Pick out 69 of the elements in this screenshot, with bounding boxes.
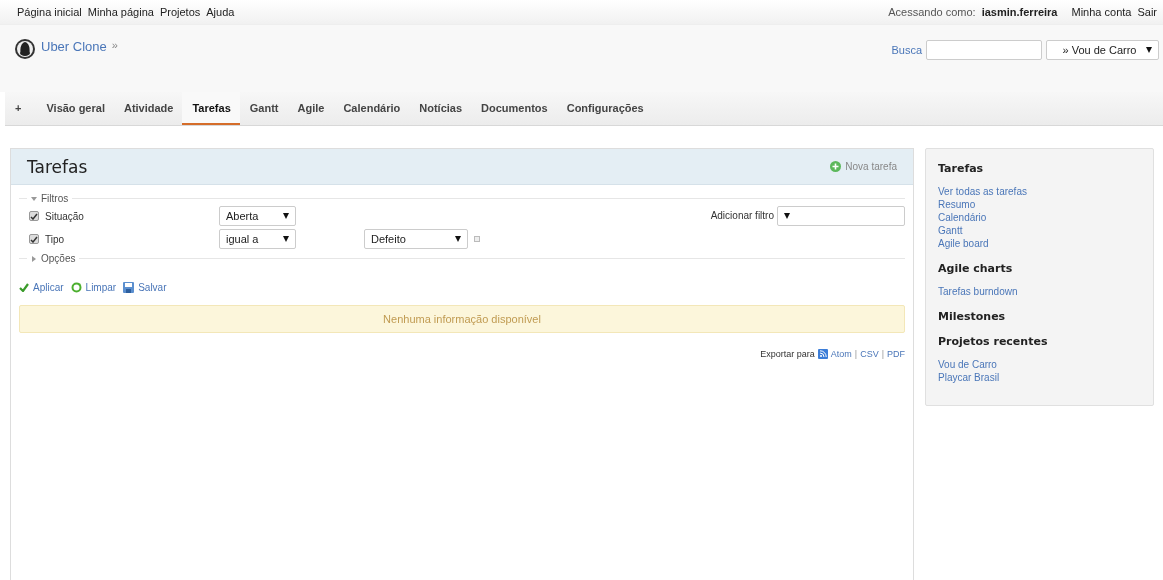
caret-icon xyxy=(455,236,461,242)
tab[interactable]: Atividade xyxy=(113,92,183,125)
sidebar-link[interactable]: Agile board xyxy=(938,237,1141,250)
action-link[interactable]: Limpar xyxy=(70,282,117,293)
export-link[interactable]: CSV xyxy=(860,349,879,359)
top-menu-link[interactable]: Ajuda xyxy=(206,6,235,18)
project-title[interactable]: Uber Clone xyxy=(41,39,107,54)
checkbox[interactable] xyxy=(29,211,39,221)
sidebar-link[interactable]: Ver todas as tarefas xyxy=(938,185,1141,198)
rss-feed-icon xyxy=(817,349,828,359)
panel-title: Tarefas xyxy=(27,156,88,177)
tab[interactable]: Calendário xyxy=(333,92,410,125)
tab[interactable]: Documentos xyxy=(471,92,557,125)
tab[interactable]: Visão geral xyxy=(36,92,114,125)
action-link[interactable]: Aplicar xyxy=(19,282,64,293)
tab[interactable]: Configurações xyxy=(556,92,653,125)
tab[interactable]: + xyxy=(11,92,31,125)
sidebar-link[interactable]: Calendário xyxy=(938,211,1141,224)
plus-icon xyxy=(830,161,842,172)
add-filter-label: Adicionar filtro xyxy=(710,210,774,221)
refresh-icon xyxy=(70,282,82,293)
logged-in-label: Acessando como: xyxy=(888,6,976,18)
logo-icon xyxy=(14,38,36,60)
export-link[interactable]: PDF xyxy=(887,349,905,359)
checkbox[interactable] xyxy=(29,234,39,244)
empty-message: Nenhuma informação disponível xyxy=(19,305,905,333)
top-menu-link[interactable]: Minha página xyxy=(87,6,154,18)
sidebar-link[interactable]: Tarefas burndown xyxy=(938,285,1141,298)
caret-icon xyxy=(784,213,790,219)
project-jump-select[interactable]: » Vou de Carro xyxy=(1046,40,1159,60)
collapsed-arrow-icon[interactable] xyxy=(31,255,37,262)
add-filter-select[interactable] xyxy=(777,206,905,226)
search-label: Busca xyxy=(891,44,922,56)
top-menu-link[interactable]: Projetos xyxy=(159,6,201,18)
sidebar-link[interactable]: Vou de Carro xyxy=(938,358,1141,371)
user-link[interactable]: iasmin.ferreira xyxy=(981,6,1058,18)
export-link[interactable]: Atom xyxy=(830,349,852,359)
separator: | xyxy=(854,349,858,359)
caret-icon xyxy=(283,236,289,242)
operator-select[interactable]: Aberta xyxy=(219,206,296,226)
separator: | xyxy=(881,349,884,359)
sidebar-heading: Milestones xyxy=(938,310,1007,323)
sidebar-heading: Tarefas xyxy=(938,162,985,175)
filter-label[interactable]: Situação xyxy=(29,206,219,226)
sidebar-heading: Agile charts xyxy=(938,262,1014,275)
sidebar-link[interactable]: Gantt xyxy=(938,224,1141,237)
sidebar-link[interactable]: Playcar Brasil xyxy=(938,371,1141,384)
tab[interactable]: Agile xyxy=(287,92,334,125)
action-link[interactable]: Salvar xyxy=(123,282,167,293)
check-icon xyxy=(19,283,29,292)
options-legend[interactable]: Opções xyxy=(41,253,76,264)
filters-legend[interactable]: Filtros xyxy=(41,193,69,204)
search-field[interactable] xyxy=(926,40,1042,60)
sidebar-link[interactable]: Resumo xyxy=(938,198,1141,211)
breadcrumb-separator: » xyxy=(111,39,118,51)
tab[interactable]: Notícias xyxy=(409,92,472,125)
top-menu-link[interactable]: Página inicial xyxy=(17,6,82,18)
value-select[interactable]: Defeito xyxy=(364,229,468,249)
caret-icon xyxy=(283,213,289,219)
account-link[interactable]: Sair xyxy=(1137,6,1157,18)
operator-select[interactable]: igual a xyxy=(219,229,296,249)
account-link[interactable]: Minha conta xyxy=(1071,6,1132,18)
export-label: Exportar para xyxy=(760,349,815,359)
toggle-icon[interactable] xyxy=(474,236,480,242)
caret-icon xyxy=(1146,47,1152,53)
tab[interactable]: Gantt xyxy=(239,92,288,125)
expanded-arrow-icon[interactable] xyxy=(31,195,37,202)
sidebar-heading: Projetos recentes xyxy=(938,335,1049,348)
filter-label[interactable]: Tipo xyxy=(29,229,219,249)
